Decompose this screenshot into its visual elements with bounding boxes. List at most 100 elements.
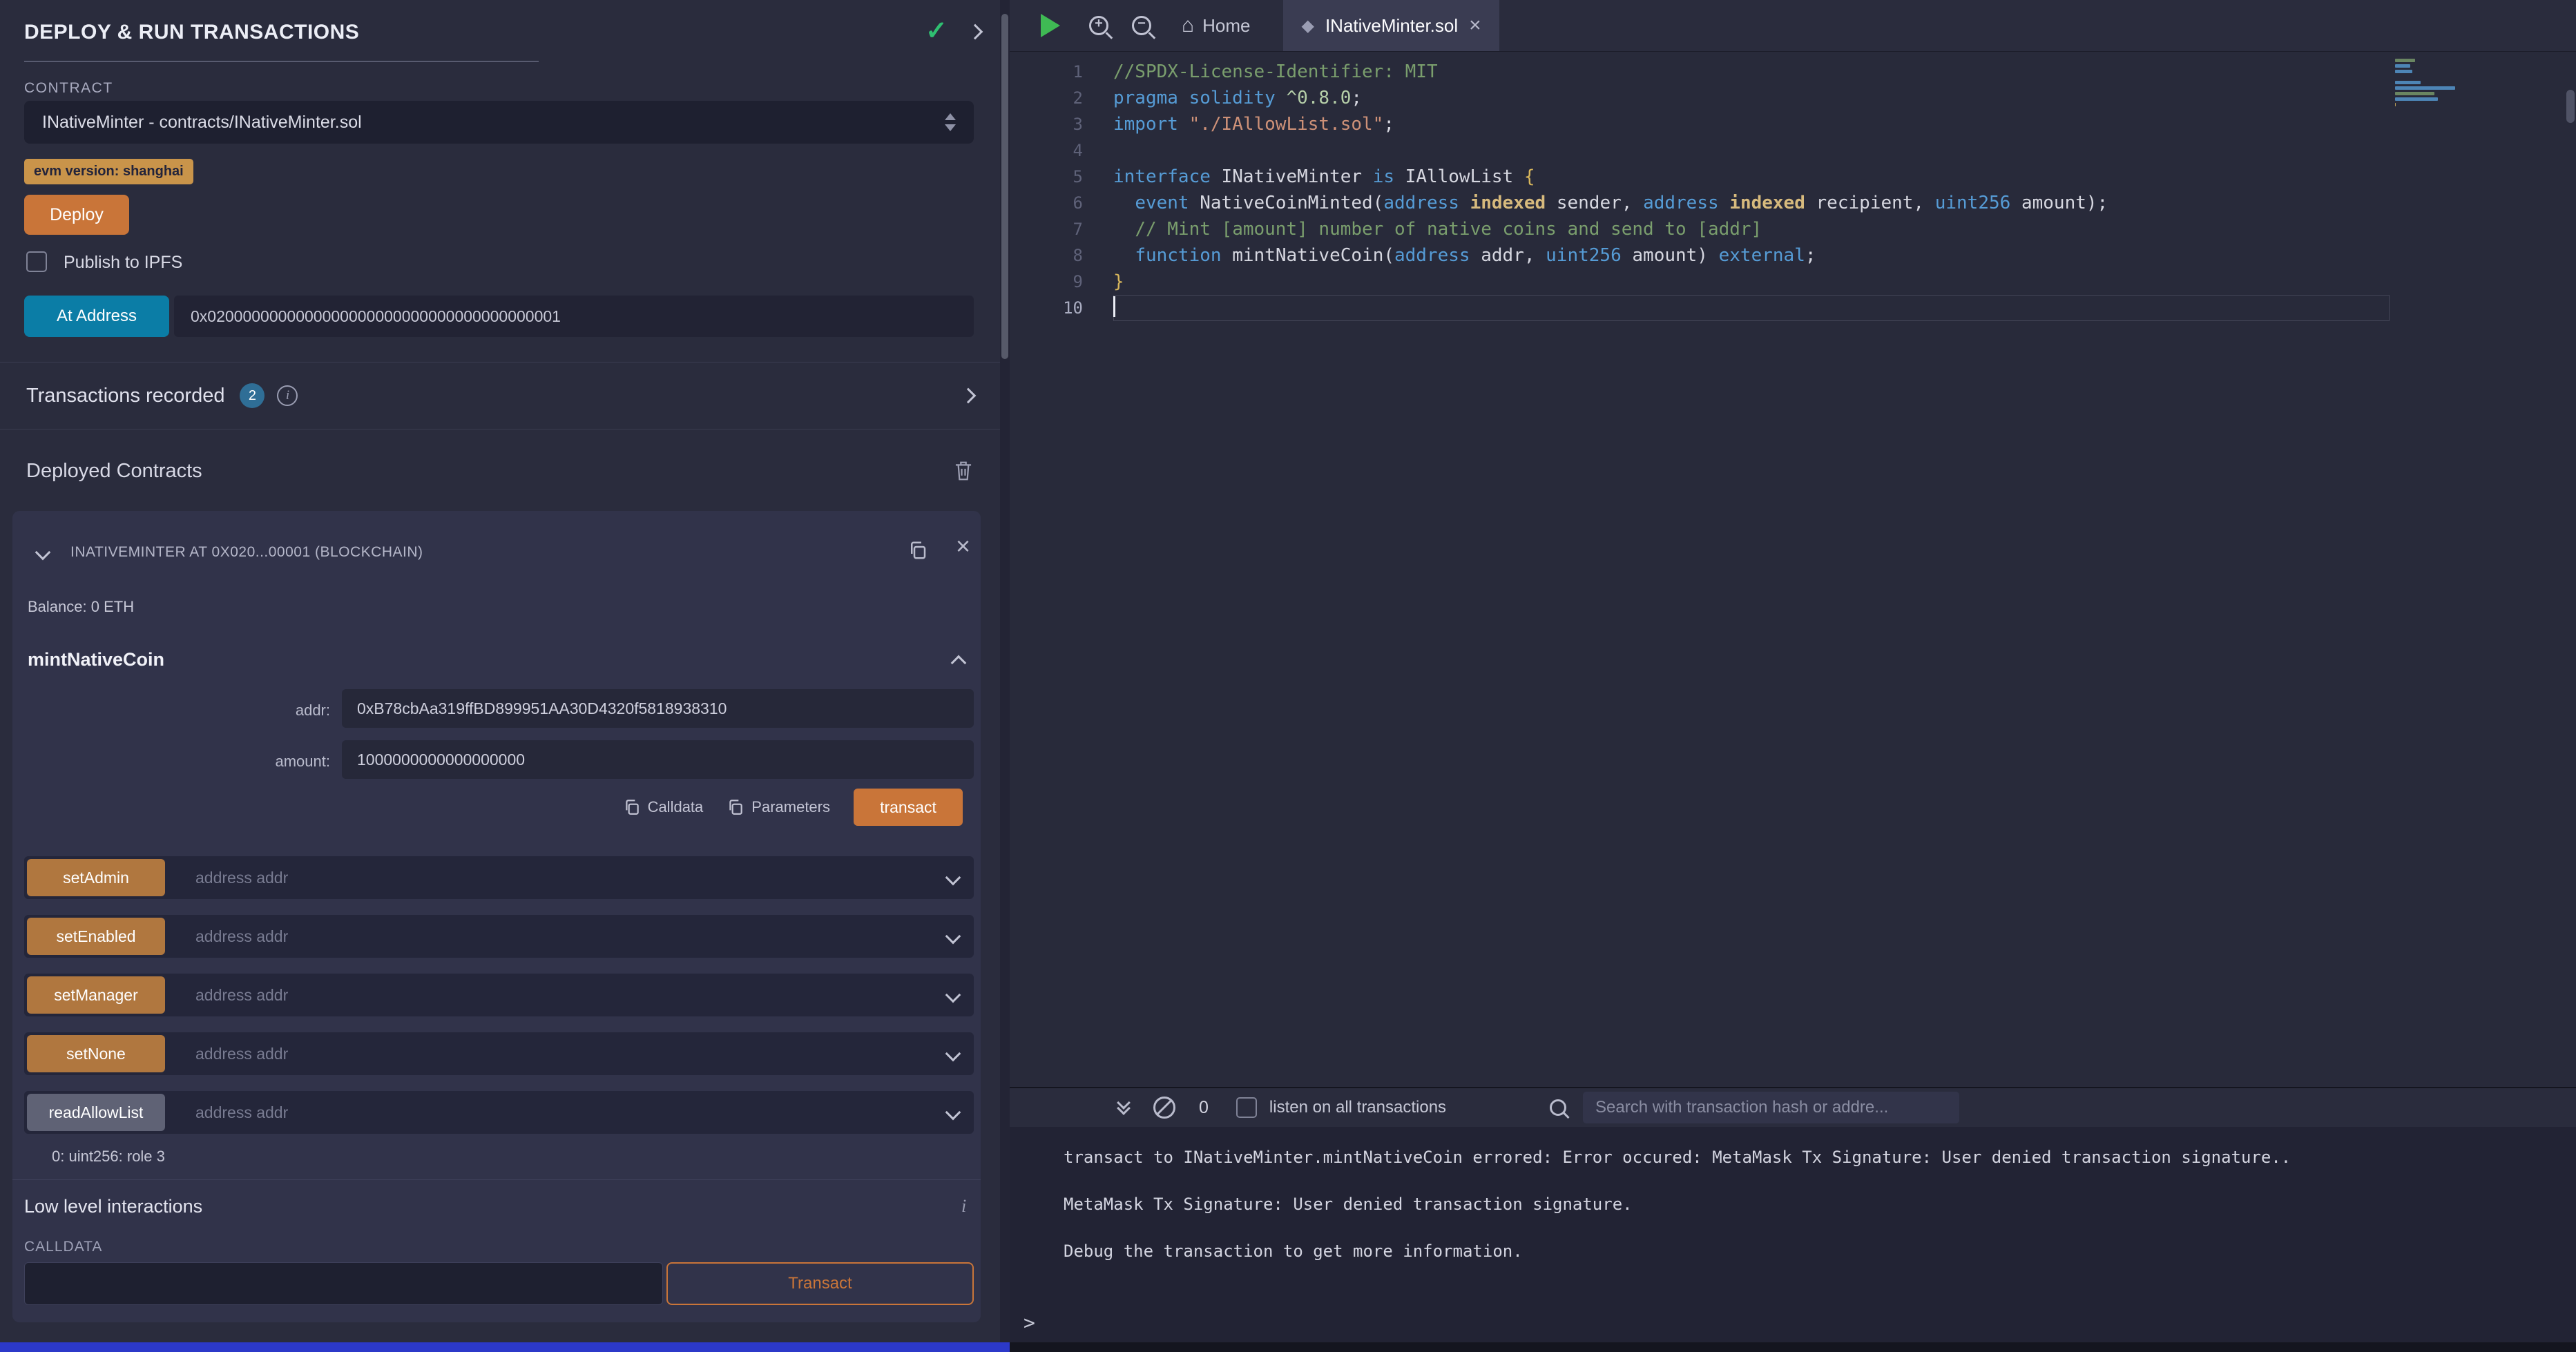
function-row-setnone: setNone: [24, 1032, 974, 1075]
minimap-line: [2395, 81, 2421, 84]
setmanager-input[interactable]: [165, 985, 948, 1005]
home-tab-label: Home: [1202, 15, 1250, 37]
line-number[interactable]: 1: [1010, 59, 1113, 85]
amount-field-input[interactable]: [342, 740, 974, 779]
line-number[interactable]: 2: [1010, 85, 1113, 111]
readallowlist-input[interactable]: [165, 1103, 948, 1123]
function-row-setmanager: setManager: [24, 974, 974, 1016]
active-tab-label: INativeMinter.sol: [1325, 15, 1458, 37]
code-line[interactable]: pragma solidity ^0.8.0;: [1113, 85, 2390, 111]
setadmin-input[interactable]: [165, 868, 948, 888]
scrollbar-thumb[interactable]: [1001, 14, 1008, 359]
info-icon: i: [277, 385, 298, 406]
code-line[interactable]: //SPDX-License-Identifier: MIT: [1113, 59, 2390, 85]
code-line[interactable]: event NativeCoinMinted(address indexed s…: [1113, 190, 2390, 216]
at-address-input[interactable]: [174, 296, 974, 337]
deploy-run-panel: DEPLOY & RUN TRANSACTIONS ✓ CONTRACT INa…: [0, 0, 1000, 1342]
line-number[interactable]: 5: [1010, 164, 1113, 190]
title-underline: [24, 61, 539, 62]
expand-panel-icon[interactable]: [968, 24, 983, 40]
line-number[interactable]: 7: [1010, 216, 1113, 242]
terminal-panel: 0 listen on all transactions transact to…: [1010, 1087, 2576, 1342]
setadmin-button[interactable]: setAdmin: [27, 859, 165, 896]
collapse-function-icon[interactable]: [951, 655, 967, 671]
line-number[interactable]: 3: [1010, 111, 1113, 137]
remove-contract-icon[interactable]: ×: [956, 532, 970, 561]
addr-field-label: addr:: [192, 702, 330, 720]
calldata-label: CALLDATA: [24, 1239, 102, 1255]
calldata-input[interactable]: [24, 1262, 663, 1305]
line-number[interactable]: 10: [1010, 295, 1113, 321]
copy-address-icon[interactable]: [907, 540, 928, 561]
home-icon: ⌂: [1182, 14, 1194, 37]
deployed-contracts-heading: Deployed Contracts: [26, 460, 202, 483]
terminal-log-line: Debug the transaction to get more inform…: [1064, 1242, 2548, 1261]
code-line[interactable]: import "./IAllowList.sol";: [1113, 111, 2390, 137]
copy-parameters-button[interactable]: Parameters: [727, 798, 830, 816]
editor-minimap[interactable]: [2395, 59, 2459, 114]
contract-balance: Balance: 0 ETH: [28, 598, 134, 616]
minimap-line: [2395, 64, 2410, 68]
readallowlist-button[interactable]: readAllowList: [27, 1094, 165, 1131]
main-area: + − ⌂ Home ◆ INativeMinter.sol × 1234567…: [1010, 0, 2576, 1342]
minimap-line: [2395, 103, 2396, 106]
text-cursor: [1113, 296, 1115, 317]
collapse-terminal-icon[interactable]: [1119, 1102, 1128, 1113]
tab-home[interactable]: ⌂ Home: [1182, 14, 1250, 37]
code-line[interactable]: interface INativeMinter is IAllowList {: [1113, 164, 2390, 190]
code-line[interactable]: [1113, 295, 2390, 321]
transact-button[interactable]: transact: [854, 789, 963, 826]
addr-field-input[interactable]: [342, 689, 974, 728]
scrollbar-thumb[interactable]: [2566, 90, 2575, 123]
function-row-setadmin: setAdmin: [24, 856, 974, 899]
contract-select[interactable]: INativeMinter - contracts/INativeMinter.…: [24, 101, 974, 144]
at-address-button[interactable]: At Address: [24, 296, 169, 337]
low-level-transact-button[interactable]: Transact: [666, 1262, 974, 1305]
collapse-card-icon[interactable]: [35, 545, 51, 561]
copy-calldata-label: Calldata: [648, 798, 704, 816]
expand-setenabled-icon[interactable]: [945, 929, 961, 945]
code-editor[interactable]: 12345678910 //SPDX-License-Identifier: M…: [1010, 52, 2576, 1087]
setenabled-input[interactable]: [165, 927, 948, 947]
expand-readallowlist-icon[interactable]: [945, 1105, 961, 1121]
zoom-out-icon[interactable]: −: [1132, 16, 1151, 35]
divider: [12, 1179, 981, 1180]
code-line[interactable]: }: [1113, 269, 2390, 295]
expand-setadmin-icon[interactable]: [945, 870, 961, 886]
open-function-name: mintNativeCoin: [28, 649, 164, 670]
terminal-prompt[interactable]: >: [1023, 1311, 1035, 1334]
tab-inativeminter[interactable]: ◆ INativeMinter.sol ×: [1283, 0, 1499, 51]
expand-setmanager-icon[interactable]: [945, 987, 961, 1003]
terminal-search-input[interactable]: [1583, 1092, 1959, 1123]
editor-tabbar: + − ⌂ Home ◆ INativeMinter.sol ×: [1010, 0, 2576, 52]
setenabled-button[interactable]: setEnabled: [27, 918, 165, 955]
transactions-recorded-section[interactable]: Transactions recorded 2 i: [0, 362, 1000, 429]
code-line[interactable]: [1113, 137, 2390, 164]
code-line[interactable]: function mintNativeCoin(address addr, ui…: [1113, 242, 2390, 269]
code-line[interactable]: // Mint [amount] number of native coins …: [1113, 216, 2390, 242]
deploy-button[interactable]: Deploy: [24, 195, 129, 235]
run-icon[interactable]: [1041, 14, 1060, 37]
line-number[interactable]: 4: [1010, 137, 1113, 164]
listen-all-transactions-checkbox[interactable]: [1236, 1097, 1257, 1118]
close-tab-icon[interactable]: ×: [1469, 14, 1481, 37]
zoom-in-icon[interactable]: +: [1089, 16, 1108, 35]
clear-console-icon[interactable]: [1153, 1097, 1175, 1119]
line-number[interactable]: 9: [1010, 269, 1113, 295]
panel-scrollbar[interactable]: [1000, 0, 1010, 1342]
publish-ipfs-checkbox[interactable]: [26, 251, 47, 272]
trash-icon[interactable]: [953, 460, 974, 482]
setnone-input[interactable]: [165, 1044, 948, 1064]
expand-setnone-icon[interactable]: [945, 1046, 961, 1062]
copy-calldata-button[interactable]: Calldata: [623, 798, 704, 816]
status-bar: [0, 1342, 1010, 1352]
editor-gutter: 12345678910: [1010, 59, 1113, 321]
setmanager-button[interactable]: setManager: [27, 976, 165, 1014]
line-number[interactable]: 8: [1010, 242, 1113, 269]
setnone-button[interactable]: setNone: [27, 1035, 165, 1072]
evm-version-badge: evm version: shanghai: [24, 159, 193, 184]
window-scrollbar[interactable]: [2565, 0, 2576, 1342]
minimap-line: [2395, 59, 2415, 62]
expand-transactions-icon[interactable]: [961, 388, 977, 404]
line-number[interactable]: 6: [1010, 190, 1113, 216]
